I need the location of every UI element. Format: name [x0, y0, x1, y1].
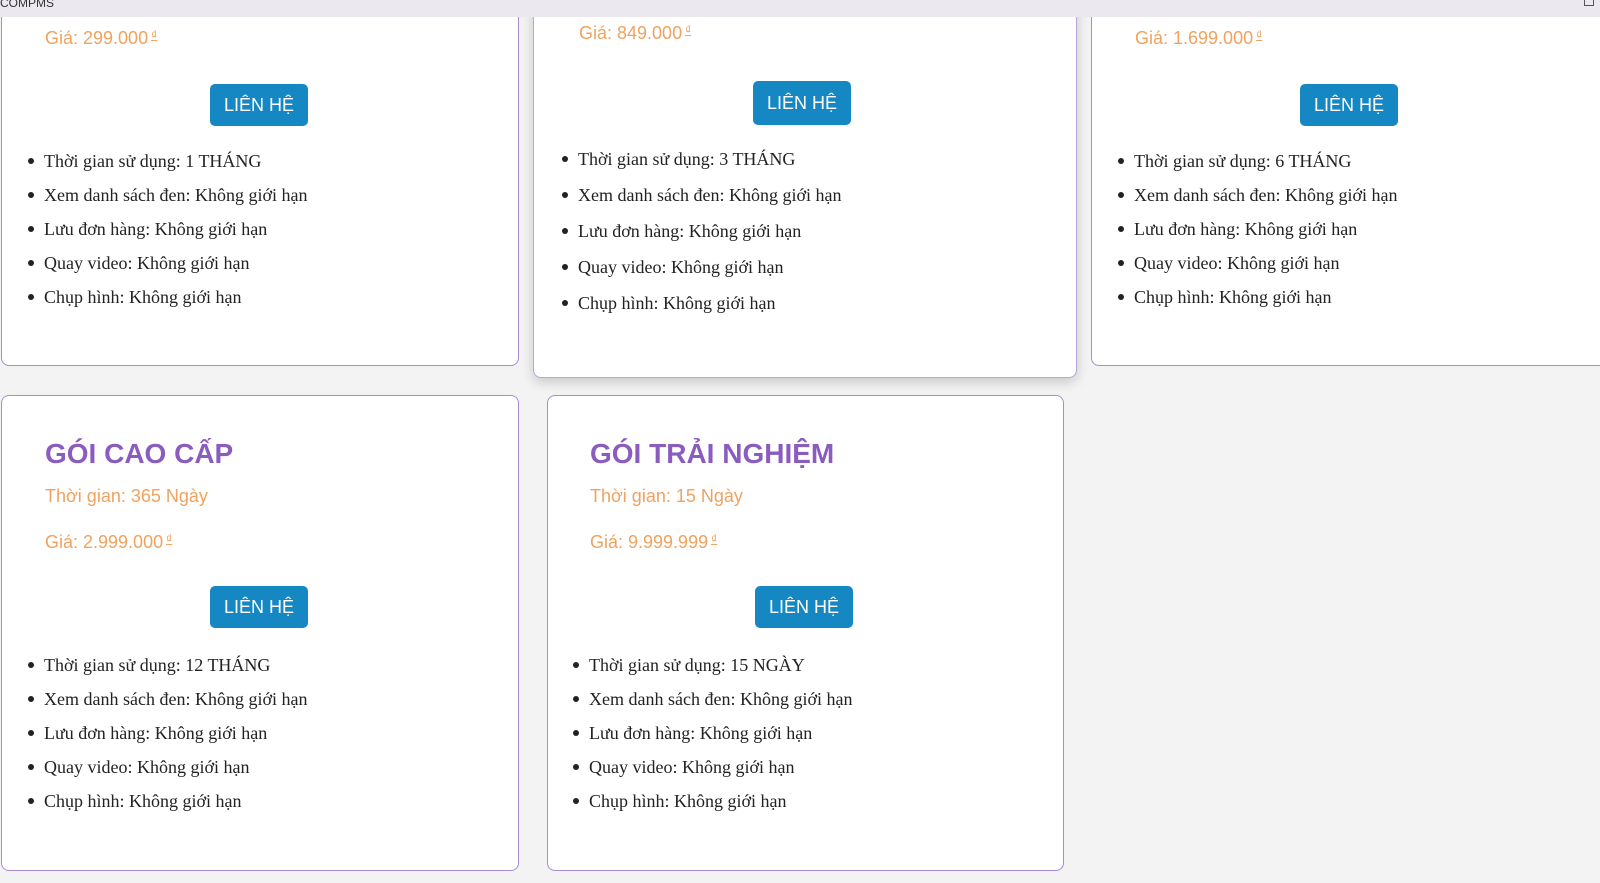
package-duration: Thời gian: 365 Ngày [45, 486, 208, 506]
package-card-trial: GÓI TRẢI NGHIỆM Thời gian: 15 Ngày Giá: … [547, 395, 1064, 871]
feature-item: Quay video: Không giới hạn [1115, 246, 1397, 280]
package-duration: Thời gian: 15 Ngày [590, 486, 743, 506]
feature-item: Xem danh sách đen: Không giới hạn [570, 682, 852, 716]
feature-item: Chụp hình: Không giới hạn [570, 784, 852, 818]
feature-item: Quay video: Không giới hạn [559, 249, 841, 285]
package-card-premium: GÓI CAO CẤP Thời gian: 365 Ngày Giá: 2.9… [1, 395, 519, 871]
feature-item: Lưu đơn hàng: Không giới hạn [25, 212, 307, 246]
feature-item: Lưu đơn hàng: Không giới hạn [1115, 212, 1397, 246]
feature-item: Lưu đơn hàng: Không giới hạn [25, 716, 307, 750]
package-price: Giá: 9.999.999 ₫ [590, 532, 718, 552]
feature-item: Thời gian sử dụng: 6 THÁNG [1115, 144, 1397, 178]
feature-item: Quay video: Không giới hạn [25, 246, 307, 280]
window-titlebar: COMPMS [0, 0, 1600, 17]
feature-list: Thời gian sử dụng: 3 THÁNG Xem danh sách… [559, 141, 841, 321]
package-price: Giá: 1.699.000 ₫ [1135, 28, 1263, 48]
feature-item: Chụp hình: Không giới hạn [25, 280, 307, 314]
package-card-3m: Giá: 849.000 ₫ LIÊN HỆ Thời gian sử dụng:… [533, 0, 1077, 378]
feature-item: Xem danh sách đen: Không giới hạn [559, 177, 841, 213]
feature-item: Xem danh sách đen: Không giới hạn [25, 178, 307, 212]
contact-button[interactable]: LIÊN HỆ [753, 81, 852, 125]
feature-item: Chụp hình: Không giới hạn [559, 285, 841, 321]
contact-button[interactable]: LIÊN HỆ [210, 586, 309, 628]
feature-list: Thời gian sử dụng: 15 NGÀY Xem danh sách… [570, 648, 852, 818]
feature-item: Xem danh sách đen: Không giới hạn [1115, 178, 1397, 212]
feature-item: Thời gian sử dụng: 15 NGÀY [570, 648, 852, 682]
feature-item: Quay video: Không giới hạn [25, 750, 307, 784]
feature-item: Thời gian sử dụng: 1 THÁNG [25, 144, 307, 178]
package-title: GÓI CAO CẤP [45, 438, 234, 469]
package-price: Giá: 2.999.000 ₫ [45, 532, 173, 552]
feature-list: Thời gian sử dụng: 12 THÁNG Xem danh sác… [25, 648, 307, 818]
package-card-6m: Giá: 1.699.000 ₫ LIÊN HỆ Thời gian sử dụn… [1091, 0, 1600, 366]
feature-item: Thời gian sử dụng: 12 THÁNG [25, 648, 307, 682]
package-card-1m: Giá: 299.000 ₫ LIÊN HỆ Thời gian sử dụng:… [1, 0, 519, 366]
feature-item: Chụp hình: Không giới hạn [1115, 280, 1397, 314]
feature-list: Thời gian sử dụng: 6 THÁNG Xem danh sách… [1115, 144, 1397, 314]
feature-item: Lưu đơn hàng: Không giới hạn [559, 213, 841, 249]
feature-item: Quay video: Không giới hạn [570, 750, 852, 784]
contact-button[interactable]: LIÊN HỆ [1300, 84, 1399, 126]
maximize-icon[interactable] [1584, 0, 1594, 6]
package-price: Giá: 299.000 ₫ [45, 28, 158, 48]
feature-list: Thời gian sử dụng: 1 THÁNG Xem danh sách… [25, 144, 307, 314]
feature-item: Thời gian sử dụng: 3 THÁNG [559, 141, 841, 177]
contact-button[interactable]: LIÊN HỆ [210, 84, 309, 126]
window-title: COMPMS [0, 0, 54, 10]
package-price: Giá: 849.000 ₫ [579, 23, 692, 43]
feature-item: Chụp hình: Không giới hạn [25, 784, 307, 818]
package-title: GÓI TRẢI NGHIỆM [590, 438, 835, 469]
feature-item: Lưu đơn hàng: Không giới hạn [570, 716, 852, 750]
feature-item: Xem danh sách đen: Không giới hạn [25, 682, 307, 716]
contact-button[interactable]: LIÊN HỆ [755, 586, 854, 628]
